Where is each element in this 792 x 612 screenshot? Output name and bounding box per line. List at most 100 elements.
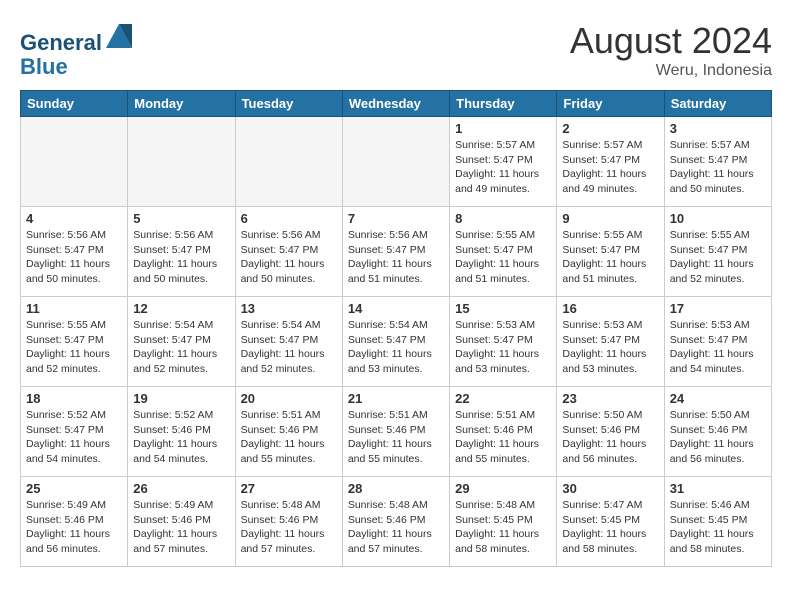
day-info: Sunrise: 5:53 AM Sunset: 5:47 PM Dayligh… — [670, 318, 766, 377]
table-row: 29Sunrise: 5:48 AM Sunset: 5:45 PM Dayli… — [450, 477, 557, 567]
table-row: 2Sunrise: 5:57 AM Sunset: 5:47 PM Daylig… — [557, 117, 664, 207]
table-row — [235, 117, 342, 207]
day-info: Sunrise: 5:50 AM Sunset: 5:46 PM Dayligh… — [670, 408, 766, 467]
table-row: 25 Sunrise: 5:49 AM Sunset: 5:46 PM Dayli… — [21, 477, 128, 567]
day-number: 28 — [348, 481, 444, 496]
table-row: 11 Sunrise: 5:55 AM Sunset: 5:47 PM Dayli… — [21, 297, 128, 387]
day-number: 8 — [455, 211, 551, 226]
day-number: 10 — [670, 211, 766, 226]
logo-blue: Blue — [20, 54, 68, 79]
day-number: 9 — [562, 211, 658, 226]
day-number: 6 — [241, 211, 337, 226]
table-row: 18 Sunrise: 5:52 AM Sunset: 5:47 PM Dayli… — [21, 387, 128, 477]
day-info: Sunrise: 5:53 AM Sunset: 5:47 PM Dayligh… — [562, 318, 658, 377]
day-info: Sunrise: 5:55 AM Sunset: 5:47 PM Dayligh… — [26, 318, 122, 377]
day-info: Sunrise: 5:54 AM Sunset: 5:47 PM Dayligh… — [241, 318, 337, 377]
day-number: 30 — [562, 481, 658, 496]
day-number: 18 — [26, 391, 122, 406]
table-row: 9 Sunrise: 5:55 AM Sunset: 5:47 PM Daylig… — [557, 207, 664, 297]
table-row: 23 Sunrise: 5:50 AM Sunset: 5:46 PM Dayli… — [557, 387, 664, 477]
table-row: 21 Sunrise: 5:51 AM Sunset: 5:46 PM Dayli… — [342, 387, 449, 477]
table-row: 7 Sunrise: 5:56 AM Sunset: 5:47 PM Daylig… — [342, 207, 449, 297]
title-block: August 2024 Weru, Indonesia — [570, 20, 772, 80]
day-info: Sunrise: 5:48 AM Sunset: 5:46 PM Dayligh… — [241, 498, 337, 557]
day-info: Sunrise: 5:51 AM Sunset: 5:46 PM Dayligh… — [348, 408, 444, 467]
calendar-week-row: 18 Sunrise: 5:52 AM Sunset: 5:47 PM Dayli… — [21, 387, 772, 477]
logo: General Blue — [20, 20, 134, 79]
day-info: Sunrise: 5:48 AM Sunset: 5:45 PM Dayligh… — [455, 498, 551, 557]
day-info: Sunrise: 5:57 AM Sunset: 5:47 PM Dayligh… — [670, 138, 766, 197]
table-row: 4 Sunrise: 5:56 AM Sunset: 5:47 PM Daylig… — [21, 207, 128, 297]
day-number: 12 — [133, 301, 229, 316]
table-row: 26 Sunrise: 5:49 AM Sunset: 5:46 PM Dayli… — [128, 477, 235, 567]
day-info: Sunrise: 5:52 AM Sunset: 5:46 PM Dayligh… — [133, 408, 229, 467]
table-row: 3 Sunrise: 5:57 AM Sunset: 5:47 PM Daylig… — [664, 117, 771, 207]
day-info: Sunrise: 5:53 AM Sunset: 5:47 PM Dayligh… — [455, 318, 551, 377]
day-number: 25 — [26, 481, 122, 496]
logo-icon — [104, 20, 134, 50]
table-row: 15 Sunrise: 5:53 AM Sunset: 5:47 PM Dayli… — [450, 297, 557, 387]
table-row: 6 Sunrise: 5:56 AM Sunset: 5:47 PM Daylig… — [235, 207, 342, 297]
col-tuesday: Tuesday — [235, 91, 342, 117]
day-info: Sunrise: 5:49 AM Sunset: 5:46 PM Dayligh… — [26, 498, 122, 557]
table-row — [342, 117, 449, 207]
day-number: 2 — [562, 121, 658, 136]
day-number: 23 — [562, 391, 658, 406]
table-row — [128, 117, 235, 207]
table-row: 27 Sunrise: 5:48 AM Sunset: 5:46 PM Dayli… — [235, 477, 342, 567]
day-info: Sunrise: 5:55 AM Sunset: 5:47 PM Dayligh… — [455, 228, 551, 287]
table-row: 19 Sunrise: 5:52 AM Sunset: 5:46 PM Dayli… — [128, 387, 235, 477]
col-saturday: Saturday — [664, 91, 771, 117]
day-info: Sunrise: 5:57 AM Sunset: 5:47 PM Dayligh… — [455, 138, 551, 197]
logo-general: General — [20, 30, 102, 55]
day-number: 19 — [133, 391, 229, 406]
table-row: 16Sunrise: 5:53 AM Sunset: 5:47 PM Dayli… — [557, 297, 664, 387]
table-row: 13 Sunrise: 5:54 AM Sunset: 5:47 PM Dayli… — [235, 297, 342, 387]
day-number: 26 — [133, 481, 229, 496]
table-row: 8 Sunrise: 5:55 AM Sunset: 5:47 PM Daylig… — [450, 207, 557, 297]
calendar-subtitle: Weru, Indonesia — [570, 62, 772, 80]
day-number: 11 — [26, 301, 122, 316]
day-info: Sunrise: 5:48 AM Sunset: 5:46 PM Dayligh… — [348, 498, 444, 557]
day-number: 17 — [670, 301, 766, 316]
day-info: Sunrise: 5:49 AM Sunset: 5:46 PM Dayligh… — [133, 498, 229, 557]
day-info: Sunrise: 5:56 AM Sunset: 5:47 PM Dayligh… — [133, 228, 229, 287]
day-info: Sunrise: 5:54 AM Sunset: 5:47 PM Dayligh… — [133, 318, 229, 377]
col-thursday: Thursday — [450, 91, 557, 117]
table-row: 24Sunrise: 5:50 AM Sunset: 5:46 PM Dayli… — [664, 387, 771, 477]
page-header: General Blue August 2024 Weru, Indonesia — [20, 20, 772, 80]
day-number: 5 — [133, 211, 229, 226]
day-info: Sunrise: 5:47 AM Sunset: 5:45 PM Dayligh… — [562, 498, 658, 557]
day-number: 3 — [670, 121, 766, 136]
day-number: 15 — [455, 301, 551, 316]
day-info: Sunrise: 5:56 AM Sunset: 5:47 PM Dayligh… — [241, 228, 337, 287]
table-row: 17 Sunrise: 5:53 AM Sunset: 5:47 PM Dayli… — [664, 297, 771, 387]
table-row: 10Sunrise: 5:55 AM Sunset: 5:47 PM Dayli… — [664, 207, 771, 297]
calendar-week-row: 1Sunrise: 5:57 AM Sunset: 5:47 PM Daylig… — [21, 117, 772, 207]
table-row — [21, 117, 128, 207]
day-number: 20 — [241, 391, 337, 406]
day-info: Sunrise: 5:46 AM Sunset: 5:45 PM Dayligh… — [670, 498, 766, 557]
day-number: 14 — [348, 301, 444, 316]
calendar-title: August 2024 — [570, 20, 772, 62]
calendar-week-row: 25 Sunrise: 5:49 AM Sunset: 5:46 PM Dayli… — [21, 477, 772, 567]
day-number: 31 — [670, 481, 766, 496]
day-number: 13 — [241, 301, 337, 316]
day-info: Sunrise: 5:56 AM Sunset: 5:47 PM Dayligh… — [348, 228, 444, 287]
day-number: 4 — [26, 211, 122, 226]
col-sunday: Sunday — [21, 91, 128, 117]
day-info: Sunrise: 5:52 AM Sunset: 5:47 PM Dayligh… — [26, 408, 122, 467]
table-row: 30 Sunrise: 5:47 AM Sunset: 5:45 PM Dayli… — [557, 477, 664, 567]
day-info: Sunrise: 5:56 AM Sunset: 5:47 PM Dayligh… — [26, 228, 122, 287]
table-row: 12 Sunrise: 5:54 AM Sunset: 5:47 PM Dayli… — [128, 297, 235, 387]
day-number: 21 — [348, 391, 444, 406]
day-info: Sunrise: 5:55 AM Sunset: 5:47 PM Dayligh… — [562, 228, 658, 287]
day-number: 27 — [241, 481, 337, 496]
logo-text: General Blue — [20, 20, 134, 79]
calendar-table: Sunday Monday Tuesday Wednesday Thursday… — [20, 90, 772, 567]
col-wednesday: Wednesday — [342, 91, 449, 117]
day-info: Sunrise: 5:51 AM Sunset: 5:46 PM Dayligh… — [241, 408, 337, 467]
day-info: Sunrise: 5:51 AM Sunset: 5:46 PM Dayligh… — [455, 408, 551, 467]
day-info: Sunrise: 5:50 AM Sunset: 5:46 PM Dayligh… — [562, 408, 658, 467]
day-number: 7 — [348, 211, 444, 226]
